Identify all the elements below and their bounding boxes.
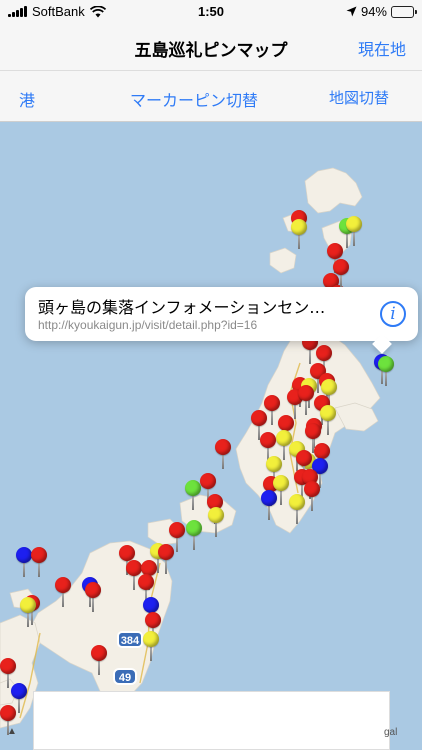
map-pin[interactable] <box>261 490 277 520</box>
battery-percent: 94% <box>360 4 387 19</box>
pin-callout[interactable]: 頭ヶ島の集落インフォメーションセン… http://kyoukaigun.jp/… <box>25 287 418 354</box>
pin-head <box>273 475 289 491</box>
pin-head <box>31 547 47 563</box>
pin-head <box>55 577 71 593</box>
pin-head <box>0 705 16 721</box>
map-pin[interactable] <box>208 507 224 537</box>
map-pin[interactable] <box>31 547 47 577</box>
pin-head <box>11 683 27 699</box>
pin-head <box>378 356 394 372</box>
pin-head <box>316 345 332 361</box>
map-pin[interactable] <box>20 597 36 627</box>
map-pin[interactable] <box>215 439 231 469</box>
map-toggle-button[interactable]: 地図切替 <box>329 87 389 108</box>
pin-head <box>185 480 201 496</box>
pin-head <box>298 385 314 401</box>
pin-head <box>320 405 336 421</box>
info-icon[interactable]: i <box>380 301 406 327</box>
map-pin[interactable] <box>185 480 201 510</box>
pin-head <box>305 423 321 439</box>
pin-head <box>138 574 154 590</box>
map-pin[interactable] <box>186 520 202 550</box>
pin-head <box>200 473 216 489</box>
port-button[interactable]: 港 <box>19 87 35 111</box>
maps-logo: ▲ <box>7 726 17 737</box>
pin-head <box>208 507 224 523</box>
map-pin[interactable] <box>298 385 314 415</box>
map-pin[interactable] <box>346 216 362 246</box>
callout-url[interactable]: http://kyoukaigun.jp/visit/detail.php?id… <box>38 318 257 332</box>
legal-link[interactable]: gal <box>384 727 397 738</box>
callout-title: 頭ヶ島の集落インフォメーションセン… <box>38 298 326 317</box>
pin-head <box>186 520 202 536</box>
route-49-sign: 49 <box>113 668 137 685</box>
pin-head <box>85 582 101 598</box>
location-arrow-icon <box>346 6 357 17</box>
pin-head <box>304 481 320 497</box>
pin-head <box>346 216 362 232</box>
pin-head <box>119 545 135 561</box>
navigation-bar: 五島巡礼ピンマップ 現在地 <box>0 24 422 70</box>
pin-head <box>91 645 107 661</box>
pin-head <box>261 490 277 506</box>
map-pin[interactable] <box>304 481 320 511</box>
pin-head <box>314 443 330 459</box>
ad-banner[interactable] <box>33 691 390 750</box>
map-pin[interactable] <box>85 582 101 612</box>
pin-head <box>169 522 185 538</box>
current-location-button[interactable]: 現在地 <box>358 36 406 60</box>
map-view[interactable]: 384 49 <box>0 123 422 750</box>
pin-head <box>278 415 294 431</box>
map-pin[interactable] <box>16 547 32 577</box>
pin-head <box>266 456 282 472</box>
map-pin[interactable] <box>289 494 305 524</box>
map-pin[interactable] <box>91 645 107 675</box>
battery-icon <box>391 5 417 18</box>
pin-head <box>158 544 174 560</box>
pin-head <box>215 439 231 455</box>
map-pin[interactable] <box>333 259 349 289</box>
map-toolbar: 港 マーカーピン切替 地図切替 <box>0 70 422 122</box>
pin-head <box>321 379 337 395</box>
status-right: 94% <box>346 4 417 19</box>
pin-head <box>145 612 161 628</box>
pin-head <box>143 597 159 613</box>
map-pin[interactable] <box>55 577 71 607</box>
pin-head <box>327 243 343 259</box>
pin-head <box>0 658 16 674</box>
pin-head <box>251 410 267 426</box>
pin-head <box>264 395 280 411</box>
pin-head <box>296 450 312 466</box>
pin-head <box>291 219 307 235</box>
pin-head <box>143 631 159 647</box>
marker-toggle-button[interactable]: マーカーピン切替 <box>130 87 258 111</box>
status-bar: SoftBank 1:50 94% <box>0 0 422 24</box>
pin-head <box>16 547 32 563</box>
route-384-sign: 384 <box>117 631 143 648</box>
pin-head <box>260 432 276 448</box>
pin-head <box>20 597 36 613</box>
pin-head <box>289 494 305 510</box>
map-pin[interactable] <box>378 356 394 386</box>
map-pin[interactable] <box>158 544 174 574</box>
pin-head <box>333 259 349 275</box>
map-pin[interactable] <box>320 405 336 435</box>
map-pin[interactable] <box>291 219 307 249</box>
map-pin[interactable] <box>143 631 159 661</box>
